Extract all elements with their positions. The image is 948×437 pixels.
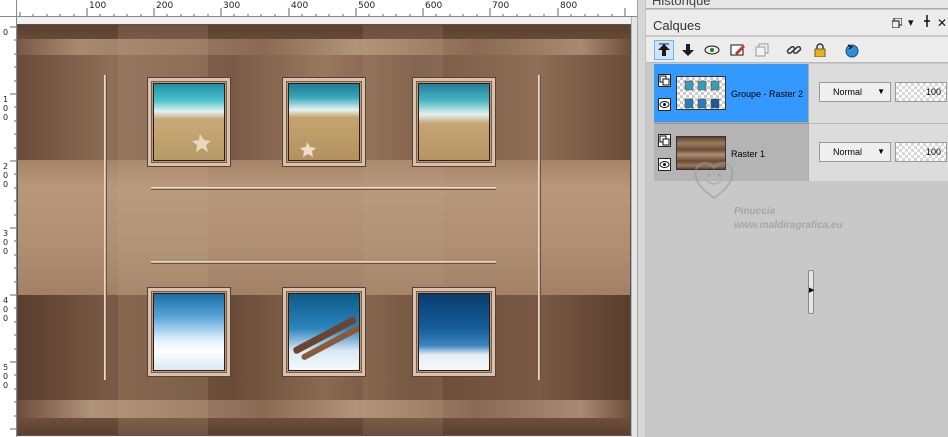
watermark: Pinuccia www.maldiragrafica.eu [694, 158, 854, 238]
ruler-label: 1 0 0 [3, 95, 9, 122]
blend-mode-value: Normal [833, 87, 863, 97]
layer-properties-row: Normal ▼ 100 [809, 64, 948, 122]
bottom-border-band [18, 418, 630, 435]
bottom-strip [18, 400, 630, 418]
vertical-rule-right [538, 75, 541, 380]
panel-collapse-handle[interactable]: ▶ [808, 270, 814, 314]
ruler-label: 4 0 0 [3, 296, 9, 323]
ruler-label: 200 [156, 1, 174, 11]
lock-icon[interactable] [810, 40, 830, 60]
ruler-label: 100 [89, 1, 107, 11]
ruler-label: 700 [492, 1, 510, 11]
photo-frame [412, 77, 496, 167]
top-strip [18, 39, 630, 55]
starfish-icon [300, 142, 316, 157]
calques-title: Calques [653, 18, 701, 33]
image-canvas[interactable] [18, 25, 630, 435]
skis-icon [293, 316, 359, 360]
beach-photo [288, 83, 360, 161]
panel-splitter[interactable] [637, 0, 646, 437]
vertical-ruler: 0 1 0 0 2 0 0 3 0 0 4 0 0 5 0 0 [0, 17, 17, 437]
dropdown-arrow-icon: ▼ [877, 87, 885, 96]
right-panel: Historique Calques ▾ ✕ Groupe - Raster 2… [646, 0, 948, 437]
opacity-value: 100 [925, 87, 941, 97]
layer-type-icon[interactable] [658, 134, 671, 147]
eye-icon[interactable] [658, 98, 671, 111]
dropdown-arrow-icon: ▼ [877, 147, 885, 156]
blend-mode-select[interactable]: Normal ▼ [819, 82, 891, 102]
ruler-label: 500 [358, 1, 376, 11]
eye-icon[interactable] [658, 158, 671, 171]
ruler-label: 300 [223, 1, 241, 11]
photo-frame [282, 287, 366, 377]
ruler-corner [0, 0, 17, 17]
snow-photo [418, 293, 490, 371]
ruler-label: 3 0 0 [3, 229, 9, 256]
photo-frame [412, 287, 496, 377]
watermark-site: www.maldiragrafica.eu [734, 220, 843, 231]
historique-title: Historique [652, 0, 711, 8]
photo-frame [282, 77, 366, 167]
horizontal-rule-upper [151, 187, 496, 190]
dropdown-arrow-icon[interactable]: ▾ [908, 16, 914, 29]
opacity-field[interactable]: 100 [895, 82, 947, 102]
layer-name: Groupe - Raster 2 [731, 89, 804, 99]
visibility-icon[interactable] [702, 40, 722, 60]
calques-palette-header[interactable]: Calques ▾ ✕ [646, 10, 948, 36]
ruler-label: 400 [291, 1, 309, 11]
heart-logo-icon [694, 162, 734, 200]
ruler-label: 0 [3, 28, 9, 37]
watermark-name: Pinuccia [734, 206, 776, 217]
close-icon[interactable]: ✕ [937, 16, 947, 30]
vertical-rule-left [104, 75, 107, 380]
reset-icon[interactable] [842, 40, 862, 60]
horizontal-rule-lower [151, 261, 496, 264]
group-layer-icon[interactable] [658, 74, 671, 87]
photo-frame [147, 287, 231, 377]
layer-thumbnail [676, 76, 726, 110]
ruler-label: 5 0 0 [3, 363, 9, 390]
restore-icon[interactable] [891, 17, 903, 31]
pin-icon[interactable] [922, 15, 932, 30]
layer-row-groupe-raster-2[interactable]: Groupe - Raster 2 [654, 64, 808, 122]
layer-toolbar [646, 37, 948, 63]
link-icon[interactable] [784, 40, 804, 60]
beach-photo [418, 83, 490, 161]
edit-icon[interactable] [728, 40, 748, 60]
photo-frame [147, 77, 231, 167]
ruler-label: 800 [560, 1, 578, 11]
historique-palette-header[interactable]: Historique [646, 0, 948, 9]
ruler-label: 600 [425, 1, 443, 11]
ski-photo [288, 293, 360, 371]
opacity-value: 100 [925, 147, 941, 157]
starfish-icon [192, 134, 211, 152]
move-layer-up-icon[interactable] [654, 40, 674, 60]
canvas-area[interactable]: 100 200 300 400 500 600 700 800 0 1 0 0 … [0, 0, 637, 437]
horizontal-ruler: 100 200 300 400 500 600 700 800 [0, 0, 637, 17]
ruler-label: 2 0 0 [3, 162, 9, 189]
opacity-field[interactable]: 100 [895, 142, 947, 162]
move-layer-down-icon[interactable] [678, 40, 698, 60]
blend-mode-value: Normal [833, 147, 863, 157]
duplicate-icon[interactable] [752, 40, 772, 60]
beach-photo [153, 83, 225, 161]
snow-photo [153, 293, 225, 371]
